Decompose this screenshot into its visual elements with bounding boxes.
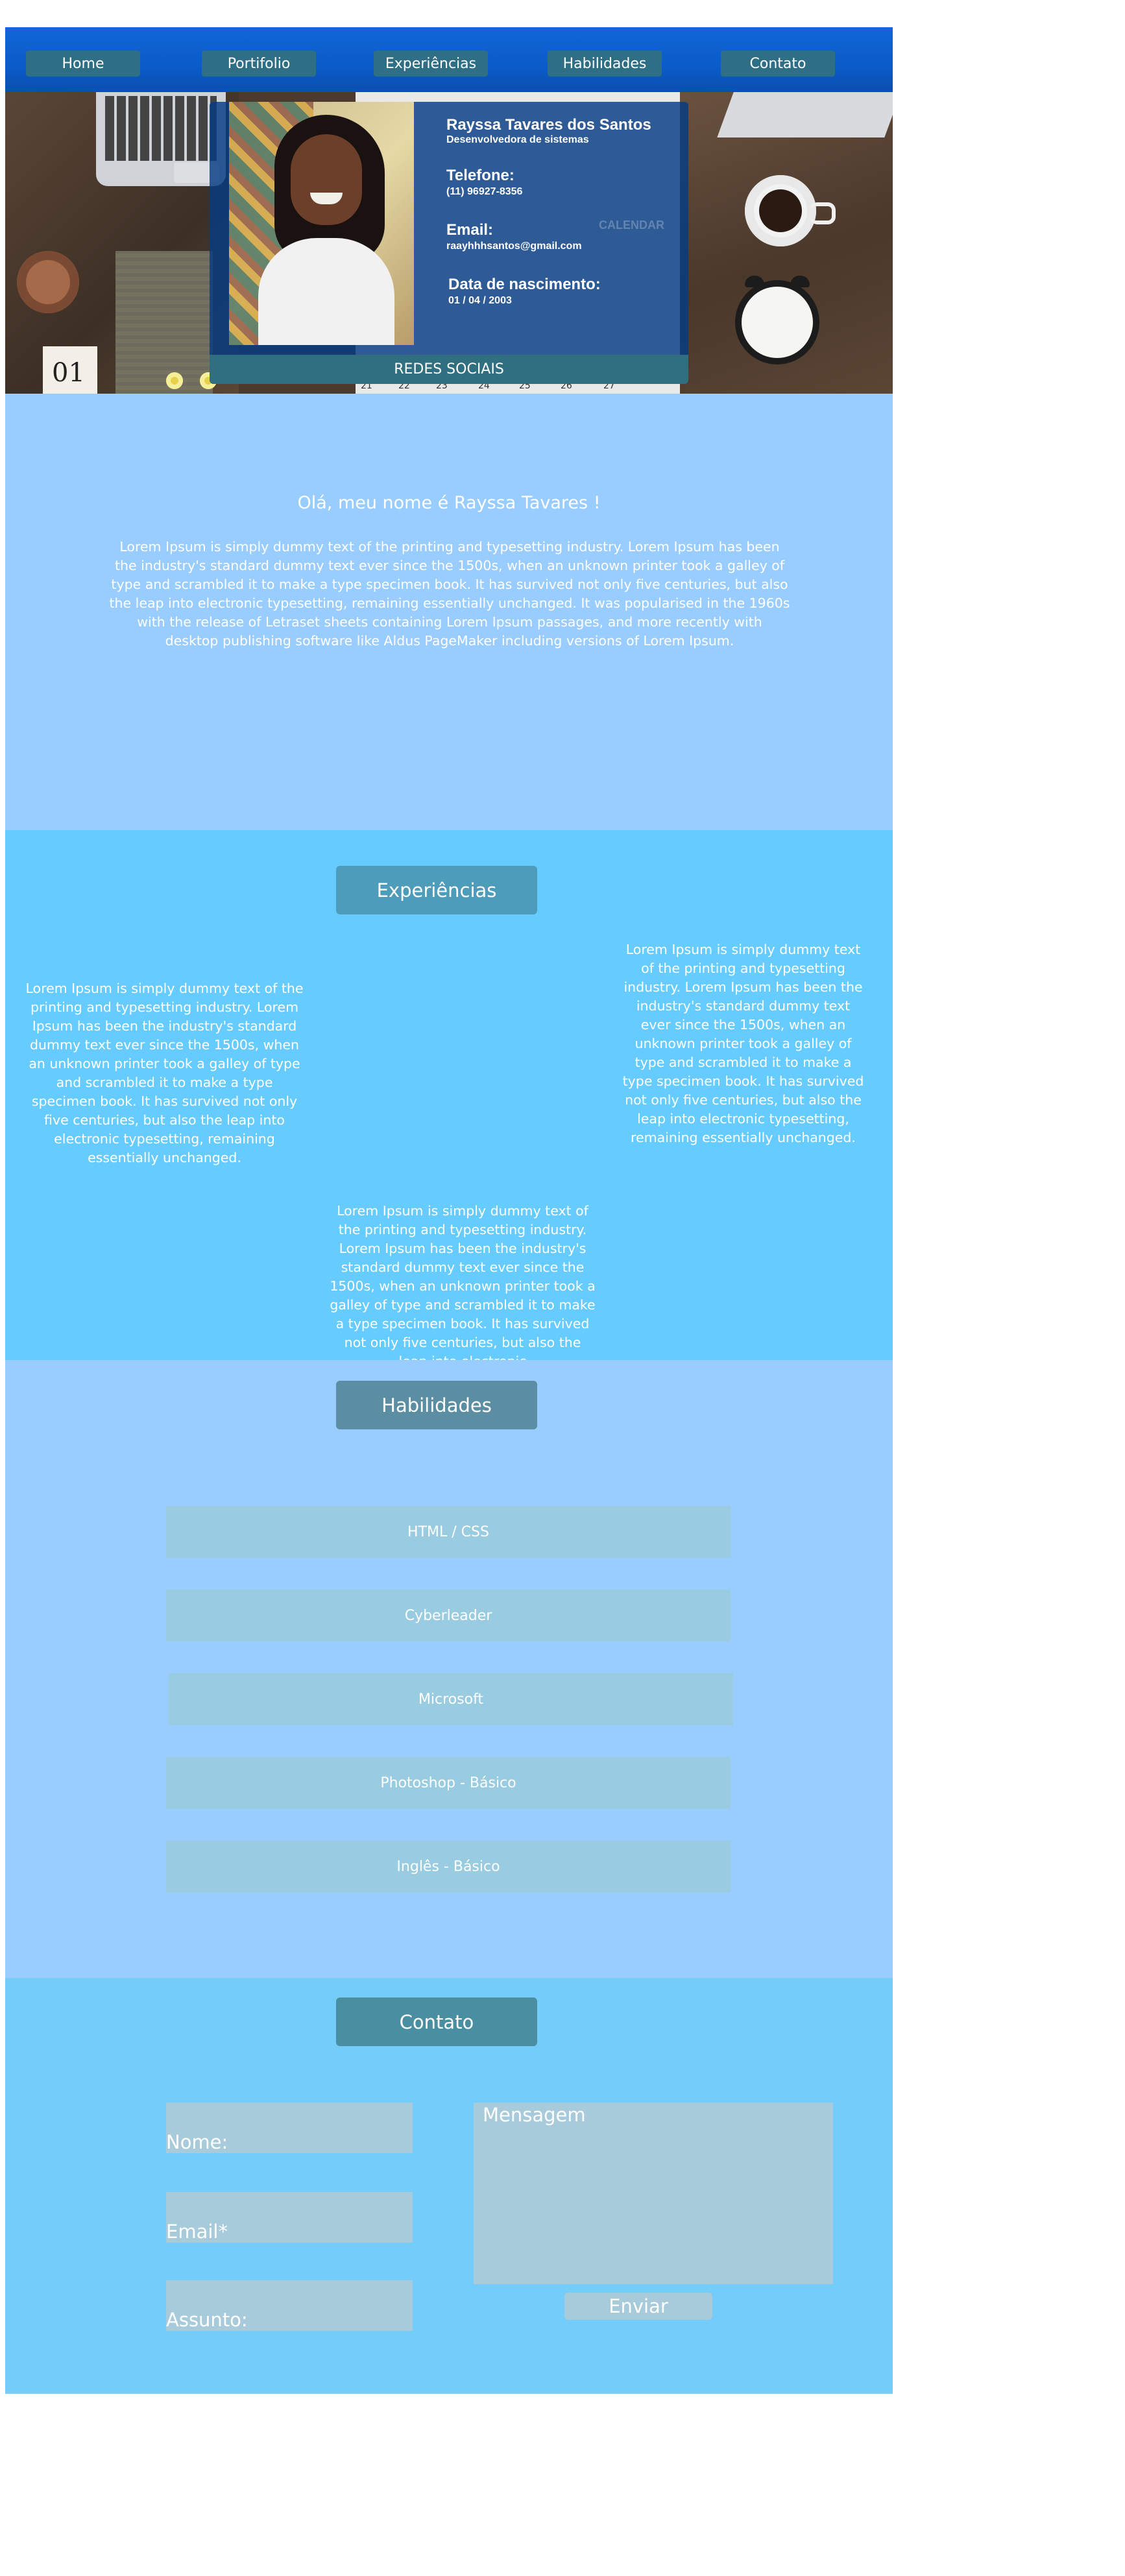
email-label: Email: [446, 221, 494, 239]
name-field[interactable]: Nome: [166, 2103, 413, 2153]
experience-right-text: Lorem Ipsum is simply dummy text of the … [622, 942, 864, 1145]
coffee-cup-image [745, 175, 816, 246]
email-field-label: Email* [166, 2221, 228, 2243]
laptop-image [96, 92, 226, 186]
email-value: raayhhhsantos@gmail.com [446, 241, 582, 252]
phone-label: Telefone: [446, 167, 514, 184]
skills-heading-button[interactable]: Habilidades [336, 1381, 537, 1429]
nav-skills-button[interactable]: Habilidades [548, 51, 662, 77]
profile-role: Desenvolvedora de sistemas [446, 134, 589, 145]
laptop-image [717, 92, 893, 137]
nav-contact-button[interactable]: Contato [721, 51, 835, 77]
skill-item-photoshop: Photoshop - Básico [166, 1757, 731, 1809]
skill-item-microsoft: Microsoft [169, 1673, 733, 1725]
experience-middle-text: Lorem Ipsum is simply dummy text of the … [330, 1203, 596, 1369]
message-textarea[interactable]: Mensagem [474, 2103, 833, 2284]
skill-item-english: Inglês - Básico [166, 1841, 731, 1892]
email-field[interactable]: Email* [166, 2192, 413, 2243]
desk-background-right [680, 92, 893, 394]
experiences-heading-button[interactable]: Experiências [336, 866, 537, 914]
calendar-watermark: CALENDAR [599, 219, 664, 232]
name-field-label: Nome: [166, 2131, 228, 2153]
birth-label: Data de nascimento: [448, 276, 601, 293]
phone-value: (11) 96927-8356 [446, 186, 523, 197]
birth-value: 01 / 04 / 2003 [448, 295, 512, 306]
about-section: Olá, meu nome é Rayssa Tavares ! Lorem I… [5, 394, 893, 830]
contact-heading-button[interactable]: Contato [336, 1998, 537, 2046]
subject-field[interactable]: Assunto: [166, 2280, 413, 2331]
subject-field-label: Assunto: [166, 2309, 248, 2331]
experiences-section: Experiências Lorem Ipsum is simply dummy… [5, 830, 893, 1369]
paper-note-image: 01 [43, 346, 97, 394]
skill-item-cyberleader: Cyberleader [166, 1590, 731, 1641]
about-title: Olá, meu nome é Rayssa Tavares ! [297, 493, 601, 513]
profile-name: Rayssa Tavares dos Santos [446, 116, 651, 134]
contact-section: Contato Nome: Email* Assunto: Mensagem E… [5, 1978, 893, 2394]
notebook-image [115, 251, 213, 394]
coffee-cup-image [17, 251, 79, 313]
skill-item-html-css: HTML / CSS [166, 1506, 731, 1558]
alarm-clock-image [742, 287, 813, 358]
profile-photo [229, 102, 414, 345]
paper-note-text: 01 [52, 358, 85, 388]
about-text: Lorem Ipsum is simply dummy text of the … [109, 539, 790, 649]
nav-portfolio-button[interactable]: Portifolio [202, 51, 316, 77]
hero-banner: 01 21 22 23 24 25 26 27 CALENDAR Rayssa … [5, 92, 893, 394]
paper-clip-image [166, 372, 183, 389]
nav-home-button[interactable]: Home [26, 51, 140, 77]
nav-experiences-button[interactable]: Experiências [374, 51, 488, 77]
social-networks-button[interactable]: REDES SOCIAIS [210, 355, 688, 384]
top-navigation: Home Portifolio Experiências Habilidades… [5, 27, 893, 92]
experience-left-text: Lorem Ipsum is simply dummy text of the … [25, 981, 304, 1165]
message-field-label: Mensagem [483, 2104, 586, 2126]
skills-section: Habilidades HTML / CSS Cyberleader Micro… [5, 1360, 893, 1978]
send-button[interactable]: Enviar [564, 2293, 712, 2320]
desk-background-left: 01 [5, 92, 239, 394]
